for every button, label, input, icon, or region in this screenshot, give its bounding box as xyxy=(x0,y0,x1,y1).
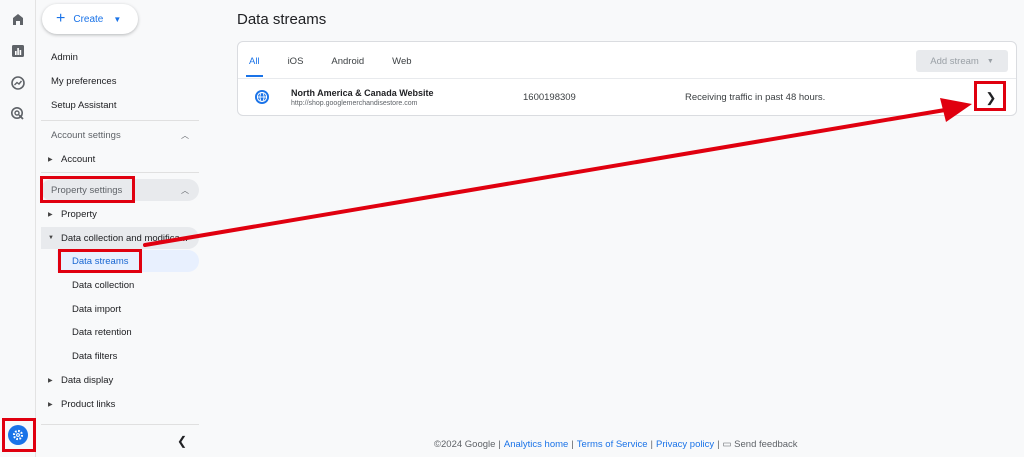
stream-tabs: All iOS Android Web xyxy=(246,56,437,77)
caret-right-icon: ▶ xyxy=(48,401,53,408)
sidebar-item-data-display[interactable]: ▶ Data display xyxy=(41,369,199,391)
send-feedback-label: Send feedback xyxy=(734,439,798,450)
tab-android[interactable]: Android xyxy=(328,56,367,77)
account-settings-label: Account settings xyxy=(51,129,121,141)
stream-status: Receiving traffic in past 48 hours. xyxy=(685,92,826,103)
sidebar-item-data-collection-and-modification[interactable]: ▼ Data collection and modifica... xyxy=(41,227,199,249)
streams-card: All iOS Android Web Add stream ▼ North A… xyxy=(237,41,1017,116)
nav-setup-assistant[interactable]: Setup Assistant xyxy=(51,100,116,111)
stream-id: 1600198309 xyxy=(523,92,576,103)
caret-right-icon: ▶ xyxy=(48,377,53,384)
sidebar-item-data-import[interactable]: Data import xyxy=(57,298,199,320)
footer: ©2024 Google | Analytics home | Terms of Ser… xyxy=(434,439,798,450)
add-stream-label: Add stream xyxy=(930,55,979,67)
property-settings-label: Property settings xyxy=(51,184,123,196)
chevron-up-icon: ︿ xyxy=(181,130,189,140)
sidebar-item-data-streams[interactable]: Data streams xyxy=(57,250,199,272)
chevron-up-icon: ︿ xyxy=(181,185,189,195)
sidebar-item-data-collection[interactable]: Data collection xyxy=(57,274,199,296)
caret-right-icon: ▶ xyxy=(48,211,53,218)
analytics-home-link[interactable]: Analytics home xyxy=(504,439,568,450)
reports-icon[interactable] xyxy=(10,43,26,59)
account-settings-header[interactable]: Account settings ︿ xyxy=(41,124,199,146)
caret-right-icon: ▶ xyxy=(48,156,53,163)
divider xyxy=(41,172,199,173)
sidebar-item-property[interactable]: ▶ Property xyxy=(41,203,199,225)
sidebar-item-label: Property xyxy=(61,208,97,220)
admin-gear-icon[interactable] xyxy=(8,425,28,445)
tab-ios[interactable]: iOS xyxy=(285,56,307,77)
stream-url: http://shop.googlemerchandisestore.com xyxy=(291,100,418,107)
privacy-policy-link[interactable]: Privacy policy xyxy=(656,439,714,450)
create-button[interactable]: + Create ▼ xyxy=(42,4,138,34)
copyright: ©2024 Google xyxy=(434,439,496,450)
page-title: Data streams xyxy=(237,11,327,28)
sidebar-item-label: Product links xyxy=(61,398,116,410)
sidebar-item-data-filters[interactable]: Data filters xyxy=(57,345,199,367)
sidebar-item-label: Account xyxy=(61,153,96,165)
tab-web[interactable]: Web xyxy=(389,56,414,77)
terms-of-service-link[interactable]: Terms of Service xyxy=(577,439,648,450)
nav-admin[interactable]: Admin xyxy=(51,52,78,63)
property-settings-header[interactable]: Property settings ︿ xyxy=(41,179,199,201)
tab-all[interactable]: All xyxy=(246,56,263,77)
add-stream-button[interactable]: Add stream ▼ xyxy=(916,50,1008,72)
nav-rail xyxy=(0,0,36,457)
stream-row[interactable]: North America & Canada Website http://sh… xyxy=(238,79,1016,115)
plus-icon: + xyxy=(56,10,66,27)
send-feedback-button[interactable]: ▭ Send feedback xyxy=(723,439,798,450)
divider xyxy=(41,424,199,425)
stream-name: North America & Canada Website xyxy=(291,88,434,98)
sidebar-item-data-retention[interactable]: Data retention xyxy=(57,321,199,343)
create-label: Create xyxy=(73,13,104,25)
caret-down-icon: ▼ xyxy=(48,235,54,241)
sidebar-item-account[interactable]: ▶ Account xyxy=(41,148,199,170)
feedback-icon: ▭ xyxy=(722,439,735,450)
sidebar-item-label: Data display xyxy=(61,374,114,386)
sidebar-item-product-links[interactable]: ▶ Product links xyxy=(41,393,199,415)
explore-icon[interactable] xyxy=(10,75,26,91)
nav-my-preferences[interactable]: My preferences xyxy=(51,76,116,87)
chevron-left-icon[interactable]: ❮ xyxy=(177,434,187,448)
caret-down-icon: ▼ xyxy=(113,14,122,24)
main-content: Data streams All iOS Android Web Add str… xyxy=(200,0,1024,457)
advertising-icon[interactable] xyxy=(10,106,26,122)
sidebar-item-label: Data collection and modifica... xyxy=(61,232,188,244)
home-icon[interactable] xyxy=(10,11,26,27)
divider xyxy=(41,120,199,121)
chevron-right-icon[interactable]: ❯ xyxy=(980,87,1002,109)
caret-down-icon: ▼ xyxy=(986,57,994,65)
admin-sidebar: + Create ▼ Admin My preferences Setup As… xyxy=(37,0,200,457)
globe-icon xyxy=(255,90,269,104)
